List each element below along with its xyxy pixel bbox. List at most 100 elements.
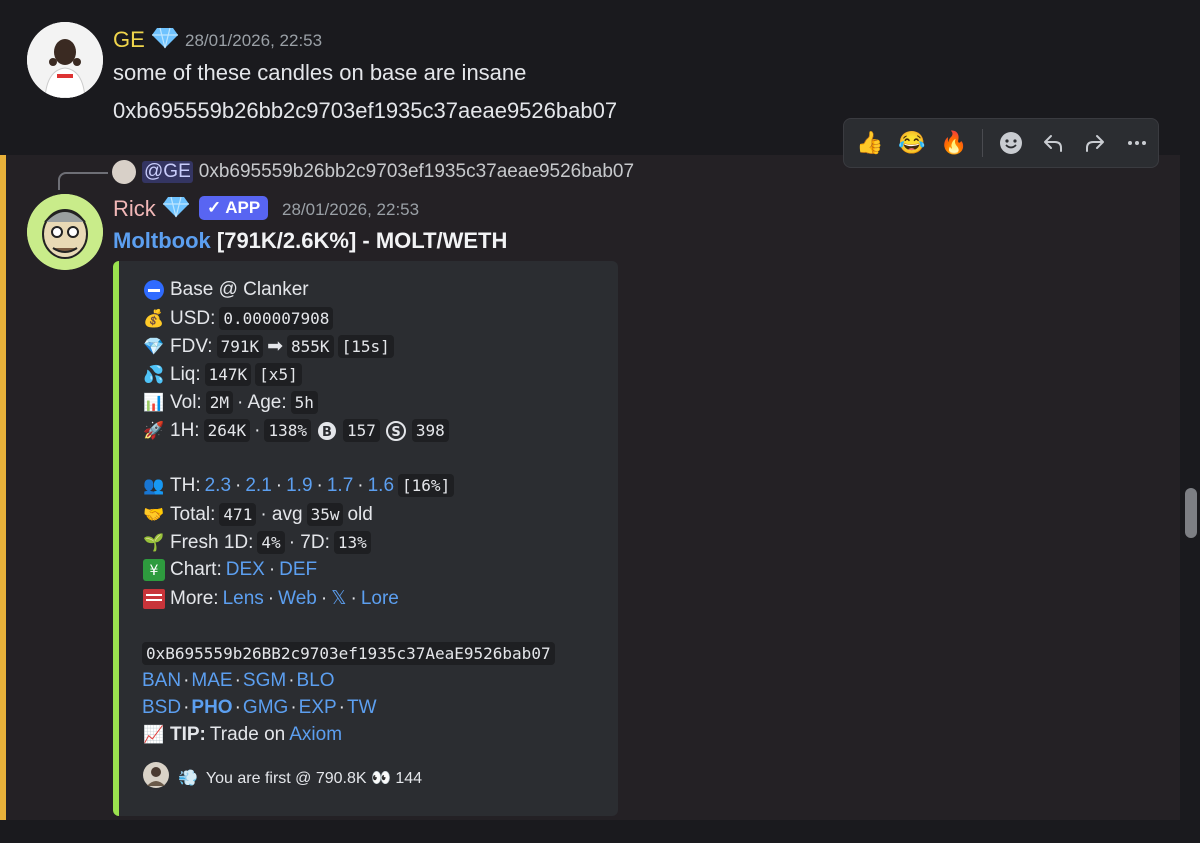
avg-value: 35w xyxy=(306,503,344,526)
timestamp: 28/01/2026, 22:53 xyxy=(282,200,420,219)
total-label: Total: xyxy=(170,503,216,525)
avatar-rick[interactable] xyxy=(27,194,103,270)
embed-title: Moltbook [791K/2.6K%] - MOLT/WETH xyxy=(113,228,507,254)
more-label: More: xyxy=(170,587,219,609)
tip-text: Trade on xyxy=(209,724,286,745)
svg-text:¥: ¥ xyxy=(150,563,159,579)
reaction-joy[interactable]: 😂 xyxy=(894,125,930,161)
reply-avatar xyxy=(112,160,136,184)
more-link-lore[interactable]: Lore xyxy=(361,588,399,610)
chart-link-def[interactable]: DEF xyxy=(279,559,317,581)
separator-dot: · xyxy=(183,697,190,718)
fresh-line: 🌱 Fresh 1D: 4% · 7D: 13% xyxy=(142,531,371,554)
th-link[interactable]: 1.6 xyxy=(368,475,394,497)
rocket-icon: 🚀 xyxy=(143,420,165,440)
vol-label: Vol: xyxy=(170,391,202,413)
link-gmg[interactable]: GMG xyxy=(243,697,288,719)
chain-line: Base @ Clanker xyxy=(142,279,309,301)
footer-avatar xyxy=(142,761,170,794)
link-ban[interactable]: BAN xyxy=(142,670,181,692)
reply-connector xyxy=(58,172,108,190)
card-index-icon xyxy=(142,588,166,610)
author-name-rick[interactable]: Rick xyxy=(113,196,190,224)
tip-link-axiom[interactable]: Axiom xyxy=(289,724,342,746)
reaction-fire[interactable]: 🔥 xyxy=(936,125,972,161)
embed-card: Base @ Clanker 💰 USD: 0.000007908 💎 FDV:… xyxy=(113,261,618,816)
th-link[interactable]: 2.1 xyxy=(245,475,271,497)
fdv-from: 791K xyxy=(216,335,264,358)
more-options-icon[interactable] xyxy=(1119,125,1155,161)
chart-line: ¥ Chart: DEX · DEF xyxy=(142,559,317,581)
link-bsd[interactable]: BSD xyxy=(142,697,181,719)
link-mae[interactable]: MAE xyxy=(191,670,232,692)
separator-dot: · xyxy=(268,559,276,580)
h1-line: 🚀 1H: 264K · 138% B 157 S 398 xyxy=(142,419,449,442)
age-label: · Age: xyxy=(236,391,287,413)
droplets-icon: 💦 xyxy=(143,364,165,384)
th-link[interactable]: 2.3 xyxy=(205,475,231,497)
separator-dot: · xyxy=(316,474,323,496)
highlight-bar xyxy=(0,155,6,820)
link-exp[interactable]: EXP xyxy=(299,697,337,719)
author-name-ge[interactable]: GE xyxy=(113,27,179,55)
usd-label: USD: xyxy=(170,307,216,329)
handshake-icon: 🤝 xyxy=(143,504,165,524)
tip-label: TIP: xyxy=(170,724,206,745)
total-value: 471 xyxy=(219,503,257,526)
separator-dot: · xyxy=(338,697,345,718)
reply-mention[interactable]: @GE xyxy=(142,161,193,183)
reply-reference[interactable]: @GE 0xb695559b26bb2c9703ef1935c37aeae952… xyxy=(112,160,634,184)
more-link-lens[interactable]: Lens xyxy=(223,588,264,610)
chart-link-dex[interactable]: DEX xyxy=(226,559,265,581)
separator-dot: · xyxy=(290,697,297,718)
link-tw[interactable]: TW xyxy=(347,697,377,719)
footer-text: You are first @ 790.8K 👀 144 xyxy=(205,769,423,787)
h1-label: 1H: xyxy=(170,419,200,441)
liq-mult: [x5] xyxy=(255,363,302,386)
tip-line: 📈 TIP: Trade on Axiom xyxy=(142,724,342,746)
usd-value: 0.000007908 xyxy=(219,307,334,330)
age-value: 5h xyxy=(290,391,318,414)
separator-dot: · xyxy=(234,670,241,691)
bottom-strip xyxy=(0,820,1200,843)
author-name-text[interactable]: Rick xyxy=(113,196,156,221)
th-link[interactable]: 1.7 xyxy=(327,475,353,497)
reply-text[interactable]: 0xb695559b26bb2c9703ef1935c37aeae9526bab… xyxy=(199,161,634,183)
more-link-x[interactable]: 𝕏 xyxy=(331,587,346,610)
reaction-thumbs-up[interactable]: 👍 xyxy=(852,125,888,161)
message-text: 0xb695559b26bb2c9703ef1935c37aeae9526bab… xyxy=(113,98,618,123)
th-link[interactable]: 1.9 xyxy=(286,475,312,497)
fdv-label: FDV: xyxy=(170,335,213,357)
forward-icon[interactable] xyxy=(1077,125,1113,161)
fdv-to: 855K xyxy=(287,335,334,358)
avatar-ge[interactable] xyxy=(27,22,103,98)
author-name-text[interactable]: GE xyxy=(113,27,145,52)
usd-line: 💰 USD: 0.000007908 xyxy=(142,307,334,330)
link-blo[interactable]: BLO xyxy=(297,670,335,692)
title-link[interactable]: Moltbook xyxy=(113,228,211,253)
bar-chart-icon: 📊 xyxy=(143,392,165,412)
old-label: old xyxy=(347,503,373,525)
h1-value: 264K xyxy=(203,419,251,442)
fresh-1d: 4% xyxy=(257,531,285,554)
svg-text:S: S xyxy=(391,425,400,440)
liq-label: Liq: xyxy=(170,363,201,385)
link-sgm[interactable]: SGM xyxy=(243,670,286,692)
contract-address[interactable]: 0xB695559b26BB2c9703ef1935c37AeaE9526bab… xyxy=(142,642,555,665)
check-icon: ✓ xyxy=(207,198,222,217)
more-link-web[interactable]: Web xyxy=(278,588,317,610)
h1-buys: 157 xyxy=(342,419,380,442)
separator-dot: · xyxy=(267,587,275,609)
seedling-icon: 🌱 xyxy=(143,532,165,552)
scrollbar-thumb[interactable] xyxy=(1185,488,1197,538)
separator-dot: · xyxy=(288,670,295,691)
dash-icon: 💨 xyxy=(178,769,198,787)
link-pho[interactable]: PHO xyxy=(191,697,232,719)
reply-icon[interactable] xyxy=(1035,125,1071,161)
arrow-right-icon: ➡ xyxy=(267,336,284,357)
avg-label: · avg xyxy=(260,503,303,525)
diamond-icon: 💎 xyxy=(143,336,165,356)
add-reaction-icon[interactable] xyxy=(993,125,1029,161)
diamond-icon xyxy=(162,196,190,224)
separator-dot: · xyxy=(235,474,242,496)
